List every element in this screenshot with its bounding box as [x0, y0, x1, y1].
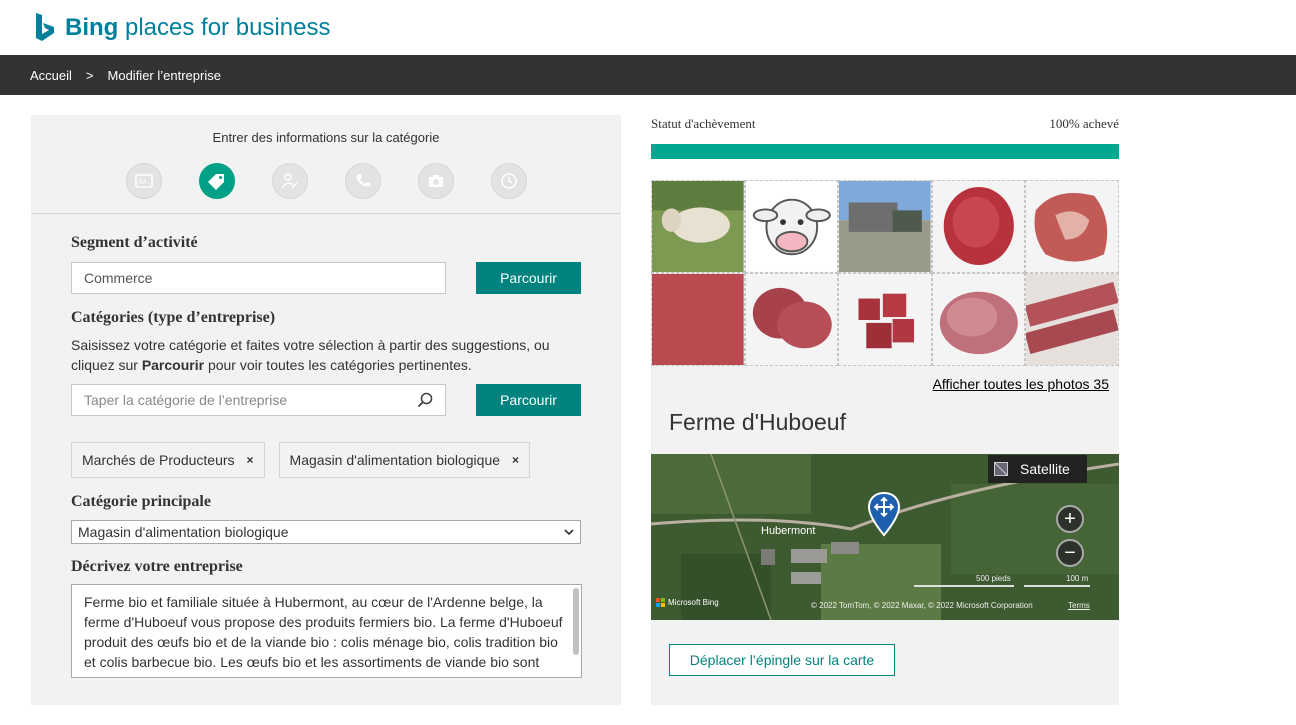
remove-tag-icon[interactable]: ×	[247, 453, 254, 467]
steps-divider	[31, 213, 621, 214]
status-value: 100% achevé	[1049, 116, 1119, 131]
category-search-placeholder: Taper la catégorie de l’entreprise	[84, 392, 288, 408]
category-tags: Marchés de Producteurs × Magasin d'alime…	[71, 442, 581, 478]
completion-status: Statut d'achèvement 100% achevé	[651, 116, 1119, 132]
site-header: Bing places for business	[0, 0, 1296, 55]
scale-meters: 100 m	[1066, 574, 1089, 583]
step-photos[interactable]	[417, 163, 454, 199]
category-tag: Magasin d'alimentation biologique ×	[278, 442, 531, 478]
microsoft-logo-icon	[656, 598, 665, 607]
location-map[interactable]: Satellite + − Hubermont 500 pieds 100 m …	[651, 454, 1119, 620]
zoom-in-button[interactable]: +	[1056, 505, 1084, 533]
photo-thumbnail[interactable]	[651, 180, 745, 273]
segment-label: Segment d’activité	[71, 234, 198, 251]
breadcrumb-current: Modifier l’entreprise	[107, 67, 221, 83]
id-card-icon: EA	[134, 174, 153, 188]
camera-icon	[428, 175, 443, 187]
breadcrumb-separator: >	[85, 67, 94, 83]
primary-category-label: Catégorie principale	[71, 493, 211, 510]
categories-label: Catégories (type d’entreprise)	[71, 309, 276, 326]
business-card: Afficher toutes les photos 35 Ferme d'Hu…	[651, 180, 1119, 705]
category-browse-button[interactable]: Parcourir	[476, 384, 581, 416]
photo-thumbnail[interactable]	[744, 273, 839, 366]
description-textarea[interactable]: Ferme bio et familiale située à Hubermon…	[71, 584, 582, 678]
category-search-input[interactable]: Taper la catégorie de l’entreprise	[71, 384, 446, 416]
satellite-label: Satellite	[1020, 461, 1070, 477]
scale-feet: 500 pieds	[976, 574, 1011, 583]
photo-thumbnail[interactable]	[838, 273, 932, 366]
segment-input[interactable]: Commerce	[71, 262, 446, 294]
photo-thumbnail[interactable]	[931, 273, 1026, 366]
step-category[interactable]	[198, 163, 235, 199]
business-name: Ferme d'Huboeuf	[669, 409, 846, 435]
clock-icon	[500, 173, 517, 189]
brand-name[interactable]: Bing places for business	[65, 14, 330, 42]
step-phone[interactable]	[344, 163, 381, 199]
step-details[interactable]: EA	[125, 163, 162, 199]
map-terms-link[interactable]: Terms	[1068, 601, 1090, 610]
move-pin-button[interactable]: Déplacer l’épingle sur la carte	[669, 644, 895, 676]
scale-bar-meters	[1024, 585, 1090, 587]
segment-browse-button[interactable]: Parcourir	[476, 262, 581, 294]
tag-icon	[207, 174, 224, 190]
breadcrumb-home[interactable]: Accueil	[30, 68, 72, 83]
all-photos-link[interactable]: Afficher toutes les photos 35	[651, 376, 1119, 392]
status-label: Statut d'achèvement	[651, 116, 756, 131]
map-pin-icon[interactable]	[867, 491, 901, 537]
scale-bar-feet	[914, 585, 1014, 587]
categories-hint: Saisissez votre catégorie et faites votr…	[71, 337, 550, 373]
category-tag: Marchés de Producteurs ×	[71, 442, 265, 478]
wizard-steps: EA	[31, 163, 621, 199]
svg-text:EA: EA	[139, 179, 148, 186]
photo-thumbnail[interactable]	[931, 180, 1026, 273]
step-hours[interactable]	[490, 163, 527, 199]
chevron-down-icon	[564, 529, 574, 536]
primary-category-select[interactable]: Magasin d'alimentation biologique	[71, 520, 581, 544]
satellite-icon	[994, 462, 1008, 476]
category-tag-label: Magasin d'alimentation biologique	[289, 452, 501, 468]
photo-grid	[651, 180, 1119, 366]
map-attribution: © 2022 TomTom, © 2022 Maxar, © 2022 Micr…	[811, 601, 1033, 610]
zoom-out-button[interactable]: −	[1056, 539, 1084, 567]
photo-thumbnail[interactable]	[1025, 180, 1119, 273]
bing-logo-icon[interactable]	[34, 12, 56, 43]
primary-category-value: Magasin d'alimentation biologique	[78, 524, 289, 540]
search-icon[interactable]	[417, 392, 433, 408]
progress-fill	[651, 144, 1119, 159]
phone-icon	[356, 174, 370, 187]
map-provider-name: Microsoft Bing	[668, 598, 719, 607]
photo-thumbnail[interactable]	[651, 273, 745, 366]
person-edit-icon	[280, 173, 298, 189]
completion-progress-bar	[651, 144, 1119, 159]
category-form: Segment d’activité Commerce Parcourir Ca…	[31, 234, 621, 678]
textarea-scrollbar[interactable]	[573, 588, 579, 655]
remove-tag-icon[interactable]: ×	[512, 453, 519, 467]
photo-thumbnail[interactable]	[838, 180, 932, 273]
category-tag-label: Marchés de Producteurs	[82, 452, 235, 468]
photo-thumbnail[interactable]	[744, 180, 839, 273]
photo-thumbnail[interactable]	[1025, 273, 1119, 366]
map-place-label: Hubermont	[761, 525, 816, 537]
steps-title: Entrer des informations sur la catégorie	[212, 130, 440, 145]
description-text: Ferme bio et familiale située à Hubermon…	[84, 594, 563, 677]
breadcrumb: Accueil > Modifier l’entreprise	[0, 55, 1296, 95]
satellite-toggle[interactable]: Satellite	[988, 455, 1087, 483]
description-label: Décrivez votre entreprise	[71, 558, 243, 575]
category-form-panel: Entrer des informations sur la catégorie…	[31, 115, 621, 705]
map-provider: Microsoft Bing	[656, 598, 719, 607]
step-contact[interactable]	[271, 163, 308, 199]
